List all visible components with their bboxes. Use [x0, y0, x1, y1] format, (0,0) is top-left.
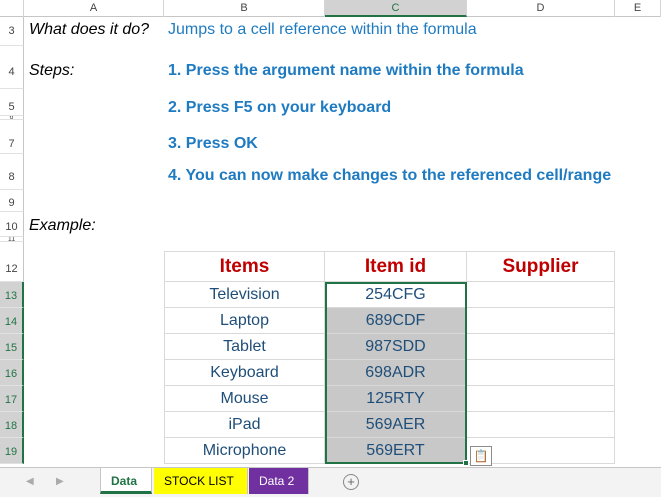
column-header-b[interactable]: B: [164, 0, 325, 17]
step-3[interactable]: 3. Press OK: [168, 135, 258, 153]
fill-handle[interactable]: [463, 460, 469, 466]
table-header-supplier[interactable]: Supplier: [467, 251, 615, 282]
item-name-cell[interactable]: Mouse: [164, 386, 325, 412]
supplier-cell[interactable]: [467, 282, 615, 308]
row-header-18[interactable]: 18: [0, 412, 24, 438]
add-sheet-icon[interactable]: +: [343, 474, 359, 490]
column-header-bar: A B C D E: [0, 0, 661, 17]
item-name-cell[interactable]: Television: [164, 282, 325, 308]
row-header-13[interactable]: 13: [0, 282, 24, 308]
table-header-items[interactable]: Items: [164, 251, 325, 282]
supplier-cell[interactable]: [467, 308, 615, 334]
item-name-cell[interactable]: Microphone: [164, 438, 325, 464]
example-label[interactable]: Example:: [29, 217, 96, 235]
sheet-tab-stock-list[interactable]: STOCK LIST: [154, 468, 248, 494]
column-header-c[interactable]: C: [325, 0, 467, 17]
item-id-cell[interactable]: 987SDD: [325, 334, 467, 360]
steps-label[interactable]: Steps:: [29, 62, 74, 80]
paste-options-icon[interactable]: 📋: [470, 446, 492, 466]
item-id-cell[interactable]: 569ERT: [325, 438, 467, 464]
item-name-cell[interactable]: Laptop: [164, 308, 325, 334]
row-header-10[interactable]: 10: [0, 212, 24, 237]
column-header-a[interactable]: A: [24, 0, 164, 17]
select-all-corner[interactable]: [0, 0, 24, 17]
step-1[interactable]: 1. Press the argument name within the fo…: [168, 62, 524, 80]
row-header-15[interactable]: 15: [0, 334, 24, 360]
row-header-19[interactable]: 19: [0, 438, 24, 464]
column-header-d[interactable]: D: [467, 0, 615, 17]
row-header-14[interactable]: 14: [0, 308, 24, 334]
item-id-cell[interactable]: 125RTY: [325, 386, 467, 412]
item-id-cell[interactable]: 689CDF: [325, 308, 467, 334]
row-header-4[interactable]: 4: [0, 46, 24, 89]
supplier-cell[interactable]: [467, 334, 615, 360]
item-name-cell[interactable]: iPad: [164, 412, 325, 438]
scroll-tabs-right-icon[interactable]: ▶: [56, 476, 64, 487]
item-id-cell[interactable]: 569AER: [325, 412, 467, 438]
row-header-17[interactable]: 17: [0, 386, 24, 412]
supplier-cell[interactable]: [467, 360, 615, 386]
row-header-5[interactable]: 5: [0, 89, 24, 116]
item-id-cell[interactable]: 698ADR: [325, 360, 467, 386]
row-header-8[interactable]: 8: [0, 154, 24, 190]
supplier-cell[interactable]: [467, 412, 615, 438]
row-header-16[interactable]: 16: [0, 360, 24, 386]
scroll-tabs-left-icon[interactable]: ◀: [26, 476, 34, 487]
row-header-3[interactable]: 3: [0, 17, 24, 46]
row-header-12[interactable]: 12: [0, 242, 24, 282]
sheet-tab-data[interactable]: Data: [100, 468, 152, 494]
column-header-e[interactable]: E: [615, 0, 661, 17]
row-header-9[interactable]: 9: [0, 190, 24, 212]
what-label[interactable]: What does it do?: [29, 21, 149, 39]
what-value[interactable]: Jumps to a cell reference within the for…: [168, 21, 477, 39]
sheet-tab-data-2[interactable]: Data 2: [249, 468, 309, 494]
supplier-cell[interactable]: [467, 386, 615, 412]
item-id-cell[interactable]: 254CFG: [325, 282, 467, 308]
sheet-tab-bar: ◀ ▶ Data STOCK LIST Data 2 +: [0, 467, 661, 497]
step-2[interactable]: 2. Press F5 on your keyboard: [168, 99, 391, 117]
row-header-7[interactable]: 7: [0, 120, 24, 154]
item-name-cell[interactable]: Keyboard: [164, 360, 325, 386]
step-4[interactable]: 4. You can now make changes to the refer…: [168, 167, 611, 185]
table-header-item-id[interactable]: Item id: [325, 251, 467, 282]
item-name-cell[interactable]: Tablet: [164, 334, 325, 360]
